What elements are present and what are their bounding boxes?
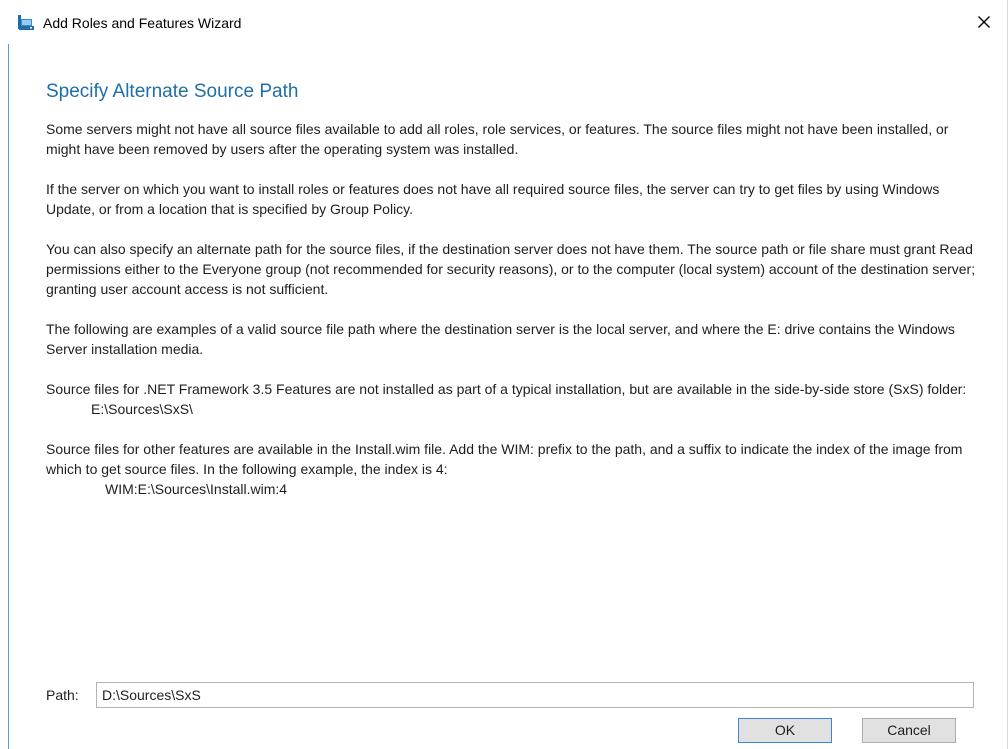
example-path-wim: WIM:E:\Sources\Install.wim:4	[105, 481, 288, 497]
dialog-window: Add Roles and Features Wizard Specify Al…	[0, 0, 1008, 749]
page-title: Specify Alternate Source Path	[46, 81, 299, 102]
server-manager-icon	[18, 15, 34, 30]
window-left-border	[0, 0, 9, 749]
path-label: Path:	[46, 687, 79, 703]
window-title: Add Roles and Features Wizard	[43, 15, 242, 31]
description-paragraph-4: The following are examples of a valid so…	[46, 321, 955, 357]
description-paragraph-2: If the server on which you want to insta…	[46, 181, 940, 217]
description-paragraph-5: Source files for .NET Framework 3.5 Feat…	[46, 381, 967, 397]
window-accent-line	[8, 44, 9, 749]
ok-button[interactable]: OK	[738, 718, 832, 743]
description-paragraph-6: Source files for other features are avai…	[46, 441, 963, 477]
description-paragraph-3: You can also specify an alternate path f…	[46, 241, 976, 297]
close-button[interactable]	[961, 0, 1007, 44]
cancel-button[interactable]: Cancel	[862, 718, 956, 743]
description-paragraph-1: Some servers might not have all source f…	[46, 121, 949, 157]
path-row: Path:	[46, 682, 976, 708]
path-input[interactable]	[96, 682, 974, 708]
close-icon	[978, 16, 990, 28]
title-bar[interactable]: Add Roles and Features Wizard	[9, 0, 1007, 44]
dialog-content: Specify Alternate Source Path Some serve…	[46, 80, 976, 519]
example-path-sxs: E:\Sources\SxS\	[91, 401, 193, 417]
